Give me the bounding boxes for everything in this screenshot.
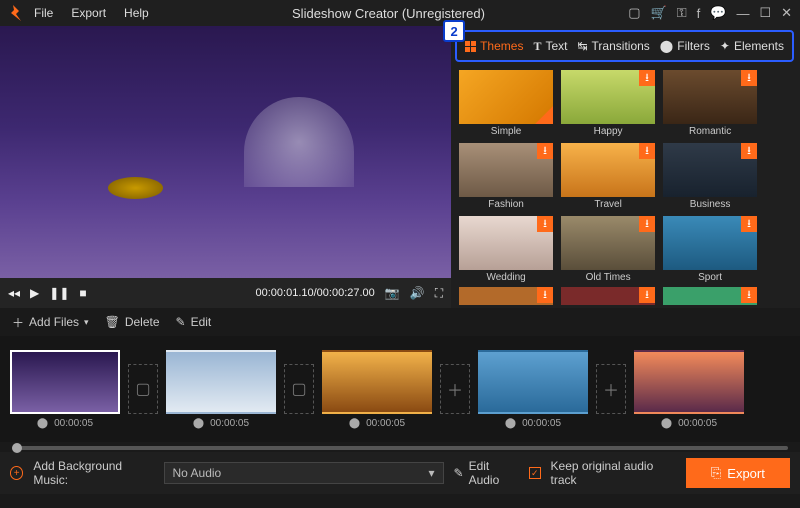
- theme-old-times[interactable]: ⭳Old Times: [561, 216, 655, 283]
- clip-item[interactable]: ⬤00:00:05: [322, 350, 432, 429]
- fx-icon: ⬤: [349, 418, 360, 429]
- transition-slot[interactable]: ＋: [440, 364, 470, 414]
- trash-icon: 🗑: [105, 315, 120, 329]
- key-icon[interactable]: ⚿: [677, 5, 687, 21]
- chevron-down-icon: ▾: [84, 317, 89, 328]
- feedback-icon[interactable]: 💬: [710, 5, 726, 21]
- chevron-down-icon: ▾: [428, 466, 434, 480]
- theme-item[interactable]: ⭳: [561, 287, 655, 305]
- theme-happy[interactable]: ⭳Happy: [561, 70, 655, 137]
- export-icon: ⎘: [711, 465, 721, 481]
- rewind-icon[interactable]: ◂◂: [8, 286, 20, 300]
- download-icon[interactable]: ⭳: [639, 143, 655, 159]
- download-icon[interactable]: ⭳: [639, 216, 655, 232]
- pause-icon[interactable]: ❚❚: [49, 286, 69, 300]
- preview-pane: ◂◂ ▶ ❚❚ ■ 00:00:01.10/00:00:27.00 📷 🔊 ⛶: [0, 26, 451, 308]
- preview-image: [0, 26, 451, 278]
- filters-icon: ⬤: [660, 39, 673, 53]
- grid-icon: [465, 41, 476, 52]
- panel-tabs: 2 Themes TText ↹Transitions ⬤Filters ✦El…: [455, 30, 794, 62]
- window-controls: ▢ 🛒 ⚿ f 💬 — ☐ ✕: [628, 5, 792, 21]
- clip-item[interactable]: ⬤00:00:05: [478, 350, 588, 429]
- fx-icon: ⬤: [505, 418, 516, 429]
- themes-row-partial: ⭳ ⭳ ⭳: [451, 287, 800, 305]
- audio-select[interactable]: No Audio ▾: [164, 462, 444, 484]
- theme-item[interactable]: ⭳: [459, 287, 553, 305]
- maximize-icon[interactable]: ☐: [759, 5, 771, 21]
- add-music-icon[interactable]: +: [10, 466, 23, 480]
- theme-travel[interactable]: ⭳Travel: [561, 143, 655, 210]
- clip-item[interactable]: ⬤00:00:05: [10, 350, 120, 429]
- transition-slot[interactable]: ▢: [128, 364, 158, 414]
- clip-toolbar: ＋Add Files▾ 🗑Delete ✎Edit: [0, 308, 800, 336]
- minimize-icon[interactable]: —: [736, 6, 749, 21]
- snapshot-icon[interactable]: 📷: [385, 286, 400, 300]
- tab-filters[interactable]: ⬤Filters: [660, 39, 710, 53]
- themes-grid: Simple ⭳Happy ⭳Romantic ⭳Fashion ⭳Travel…: [451, 66, 800, 287]
- keep-audio-checkbox[interactable]: ✓: [529, 467, 540, 479]
- close-icon[interactable]: ✕: [781, 5, 792, 21]
- clip-item[interactable]: ⬤00:00:05: [166, 350, 276, 429]
- theme-wedding[interactable]: ⭳Wedding: [459, 216, 553, 283]
- time-display: 00:00:01.10/00:00:27.00: [256, 287, 375, 299]
- download-icon[interactable]: ⭳: [639, 287, 655, 303]
- theme-simple[interactable]: Simple: [459, 70, 553, 137]
- volume-icon[interactable]: 🔊: [410, 286, 425, 300]
- window-title: Slideshow Creator (Unregistered): [149, 6, 629, 21]
- theme-fashion[interactable]: ⭳Fashion: [459, 143, 553, 210]
- delete-button[interactable]: 🗑Delete: [105, 315, 160, 329]
- edit-audio-button[interactable]: ✎Edit Audio: [454, 459, 520, 487]
- pencil-icon: ✎: [176, 315, 186, 329]
- title-bar: File Export Help Slideshow Creator (Unre…: [0, 0, 800, 26]
- transition-slot[interactable]: ▢: [284, 364, 314, 414]
- stop-icon[interactable]: ■: [79, 286, 86, 300]
- menu-file[interactable]: File: [34, 6, 53, 20]
- fx-icon: ⬤: [661, 418, 672, 429]
- download-icon[interactable]: ⭳: [741, 287, 757, 303]
- tab-themes[interactable]: Themes: [465, 39, 523, 53]
- facebook-icon[interactable]: f: [697, 6, 701, 21]
- menu-help[interactable]: Help: [124, 6, 149, 20]
- tab-transitions[interactable]: ↹Transitions: [577, 39, 649, 53]
- fx-icon: ⬤: [193, 418, 204, 429]
- download-icon[interactable]: ⭳: [741, 143, 757, 159]
- download-icon[interactable]: ⭳: [537, 287, 553, 303]
- tab-text[interactable]: TText: [533, 39, 567, 54]
- edit-button[interactable]: ✎Edit: [176, 315, 212, 329]
- step-callout: 2: [443, 20, 465, 42]
- cart-icon[interactable]: 🛒: [651, 5, 667, 21]
- transitions-icon: ↹: [577, 39, 587, 53]
- play-icon[interactable]: ▶: [30, 286, 39, 300]
- tab-elements[interactable]: ✦Elements: [720, 39, 784, 53]
- timeline-scrollbar[interactable]: [0, 442, 800, 452]
- side-panel: 2 Themes TText ↹Transitions ⬤Filters ✦El…: [451, 26, 800, 308]
- fx-icon: ⬤: [37, 418, 48, 429]
- plus-icon: ＋: [12, 314, 24, 331]
- download-icon[interactable]: ⭳: [741, 216, 757, 232]
- theme-item[interactable]: ⭳: [663, 287, 757, 305]
- theme-sport[interactable]: ⭳Sport: [663, 216, 757, 283]
- player-controls: ◂◂ ▶ ❚❚ ■ 00:00:01.10/00:00:27.00 📷 🔊 ⛶: [0, 278, 451, 308]
- download-icon[interactable]: ⭳: [537, 143, 553, 159]
- theme-business[interactable]: ⭳Business: [663, 143, 757, 210]
- clip-item[interactable]: ⬤00:00:05: [634, 350, 744, 429]
- elements-icon: ✦: [720, 39, 730, 53]
- keep-audio-label: Keep original audio track: [551, 459, 676, 487]
- menu-export[interactable]: Export: [71, 6, 106, 20]
- add-music-label: Add Background Music:: [33, 459, 153, 487]
- download-icon[interactable]: ⭳: [639, 70, 655, 86]
- save-icon[interactable]: ▢: [628, 5, 640, 21]
- export-button[interactable]: ⎘Export: [686, 458, 790, 488]
- bottom-bar: + Add Background Music: No Audio ▾ ✎Edit…: [0, 452, 800, 494]
- app-logo: [8, 5, 24, 21]
- theme-romantic[interactable]: ⭳Romantic: [663, 70, 757, 137]
- download-icon[interactable]: ⭳: [537, 216, 553, 232]
- app-menu: File Export Help: [34, 6, 149, 20]
- fullscreen-icon[interactable]: ⛶: [435, 286, 443, 301]
- add-files-button[interactable]: ＋Add Files▾: [12, 314, 89, 331]
- download-icon[interactable]: ⭳: [741, 70, 757, 86]
- pencil-icon: ✎: [454, 466, 464, 480]
- timeline[interactable]: ⬤00:00:05 ▢ ⬤00:00:05 ▢ ⬤00:00:05 ＋ ⬤00:…: [0, 336, 800, 442]
- transition-slot[interactable]: ＋: [596, 364, 626, 414]
